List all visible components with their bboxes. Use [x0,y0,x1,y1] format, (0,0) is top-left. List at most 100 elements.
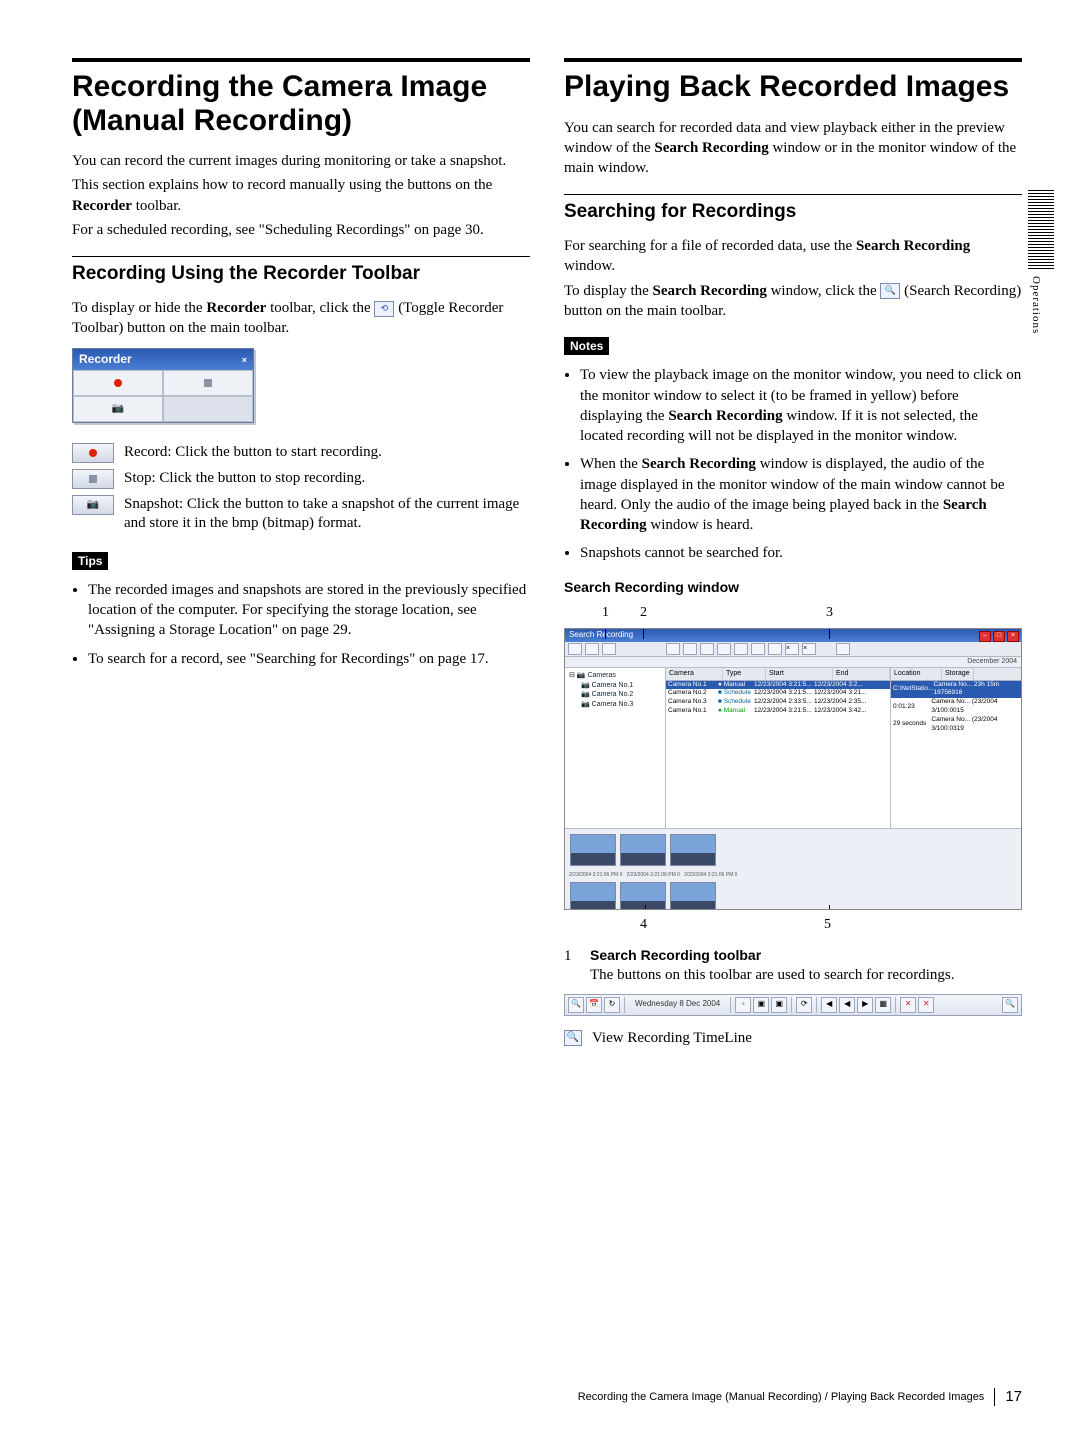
shot-list[interactable]: Camera Type Start End Camera No.1 ● Manu… [666,668,891,828]
callout-4: 4 [640,916,647,935]
desc-snapshot-text: Snapshot: Click the button to take a sna… [124,495,530,534]
callout-1: 1 [602,604,609,623]
list-row[interactable]: Camera No.1 ● Manual 12/23/2004 3:21:5..… [666,681,890,690]
thumbnail[interactable] [570,882,616,910]
thumbnail[interactable] [620,834,666,866]
shot-titlebar: Search Recording –□× [565,629,1021,642]
view-timeline-icon: 🔍 [564,1030,582,1046]
side-tab-label: Operations [1028,276,1043,334]
tb-btn[interactable] [666,643,680,655]
camera-icon: 📷 [112,402,124,416]
tb-btn[interactable] [768,643,782,655]
recorder-toolbar-figure: Recorder × 📷 [72,348,254,422]
thumbnail[interactable] [620,882,666,910]
stop-button-mini[interactable] [72,469,114,489]
shot-tree[interactable]: ⊟ 📷 Cameras 📷 Camera No.1 📷 Camera No.2 … [565,668,666,828]
tb-btn[interactable] [836,643,850,655]
ts-btn[interactable]: ⟳ [796,997,812,1013]
ts-btn[interactable]: ✕ [900,997,916,1013]
tb-btn[interactable] [700,643,714,655]
recorder-toolbar-title: Recorder × [73,349,253,369]
legend-view-timeline-text: View Recording TimeLine [592,1028,752,1048]
left-title: Recording the Camera Image (Manual Recor… [72,70,530,137]
list-row[interactable]: Camera No.3 ■ Schedule 12/23/2004 2:33:5… [666,698,890,707]
tb-btn[interactable] [734,643,748,655]
callout-3: 3 [826,604,833,623]
stop-icon [204,379,212,387]
page-footer: Recording the Camera Image (Manual Recor… [72,1387,1022,1407]
ts-btn[interactable]: ◀ [821,997,837,1013]
side-tab-bars [1028,190,1054,270]
ts-btn[interactable]: ▦ [875,997,891,1013]
page-number: 17 [1005,1387,1022,1407]
tb-btn[interactable] [683,643,697,655]
snapshot-button[interactable]: 📷 [73,396,163,422]
shot-thumbnails[interactable]: 2/23/2004 3:21:06 PM 0 2/23/2004 3:21:06… [565,828,1021,910]
ts-btn[interactable]: ↻ [604,997,620,1013]
window-controls[interactable]: –□× [979,631,1019,642]
ts-btn[interactable]: ▣ [771,997,787,1013]
tb-btn[interactable]: × [802,643,816,655]
footer-text: Recording the Camera Image (Manual Recor… [578,1390,985,1405]
left-top-rule [72,58,530,62]
callouts-bottom: 4 5 [564,916,1022,936]
col-right: Playing Back Recorded Images You can sea… [564,58,1022,1048]
note-1: To view the playback image on the monito… [580,365,1022,446]
col-left: Recording the Camera Image (Manual Recor… [72,58,530,1048]
desc-1-heading: Search Recording toolbar [590,946,954,965]
search-recording-window-figure: Search Recording –□× × × [564,628,1022,910]
ts-btn[interactable]: ◦ [735,997,751,1013]
notes-list: To view the playback image on the monito… [564,365,1022,563]
right-sub-rule [564,194,1022,195]
desc-1-text: The buttons on this toolbar are used to … [590,965,954,985]
list-row[interactable]: Camera No.2 ■ Schedule 12/23/2004 3:21:5… [666,689,890,698]
list-row[interactable]: Camera No.1 ● Manual 12/23/2004 3:21:5..… [666,707,890,716]
tb-btn[interactable] [602,643,616,655]
toggle-recorder-toolbar-icon: ⟲ [374,301,394,317]
shot-side-list[interactable]: Location Storage C:\NetStatio...Camera N… [891,668,1021,828]
ts-btn[interactable]: ✕ [918,997,934,1013]
right-h2: Searching for Recordings [564,201,1022,224]
right-p2: For searching for a file of recorded dat… [564,236,1022,277]
right-top-rule [564,58,1022,62]
callout-2: 2 [640,604,647,623]
ts-date: Wednesday 8 Dec 2004 [629,999,726,1010]
note-3: Snapshots cannot be searched for. [580,543,1022,563]
record-button-mini[interactable] [72,443,114,463]
tb-btn[interactable] [717,643,731,655]
ts-btn[interactable]: ▶ [857,997,873,1013]
right-h3: Search Recording window [564,578,1022,597]
tb-btn[interactable] [751,643,765,655]
notes-label: Notes [564,337,609,355]
desc-stop: Stop: Click the button to stop recording… [72,469,530,489]
desc-number: 1 [564,946,576,985]
desc-record: Record: Click the button to start record… [72,443,530,463]
record-button[interactable] [73,370,163,396]
thumbnail[interactable] [670,882,716,910]
snapshot-button-mini[interactable]: 📷 [72,495,114,515]
desc-item-1: 1 Search Recording toolbar The buttons o… [564,946,1022,985]
thumbnail[interactable] [570,834,616,866]
callouts-top: 1 2 3 [564,604,1022,622]
tb-btn[interactable] [585,643,599,655]
stop-button[interactable] [163,370,253,396]
ts-btn[interactable]: ▣ [753,997,769,1013]
right-title: Playing Back Recorded Images [564,70,1022,104]
stop-icon [89,475,97,483]
ts-btn[interactable]: 🔍 [1002,997,1018,1013]
thumbnail[interactable] [670,834,716,866]
tb-btn[interactable] [568,643,582,655]
desc-stop-text: Stop: Click the button to stop recording… [124,469,530,489]
callout-5: 5 [824,916,831,935]
tip-1: The recorded images and snapshots are st… [88,580,530,641]
ts-btn[interactable]: 📅 [586,997,602,1013]
ts-btn[interactable]: 🔍 [568,997,584,1013]
side-tab: Operations [1028,190,1054,334]
record-icon [89,449,97,457]
left-p4: To display or hide the Recorder toolbar,… [72,298,530,339]
footer-divider [994,1388,995,1406]
ts-btn[interactable]: ◀ [839,997,855,1013]
left-p3: For a scheduled recording, see "Scheduli… [72,220,530,240]
tips-list: The recorded images and snapshots are st… [72,580,530,669]
tb-btn[interactable]: × [785,643,799,655]
